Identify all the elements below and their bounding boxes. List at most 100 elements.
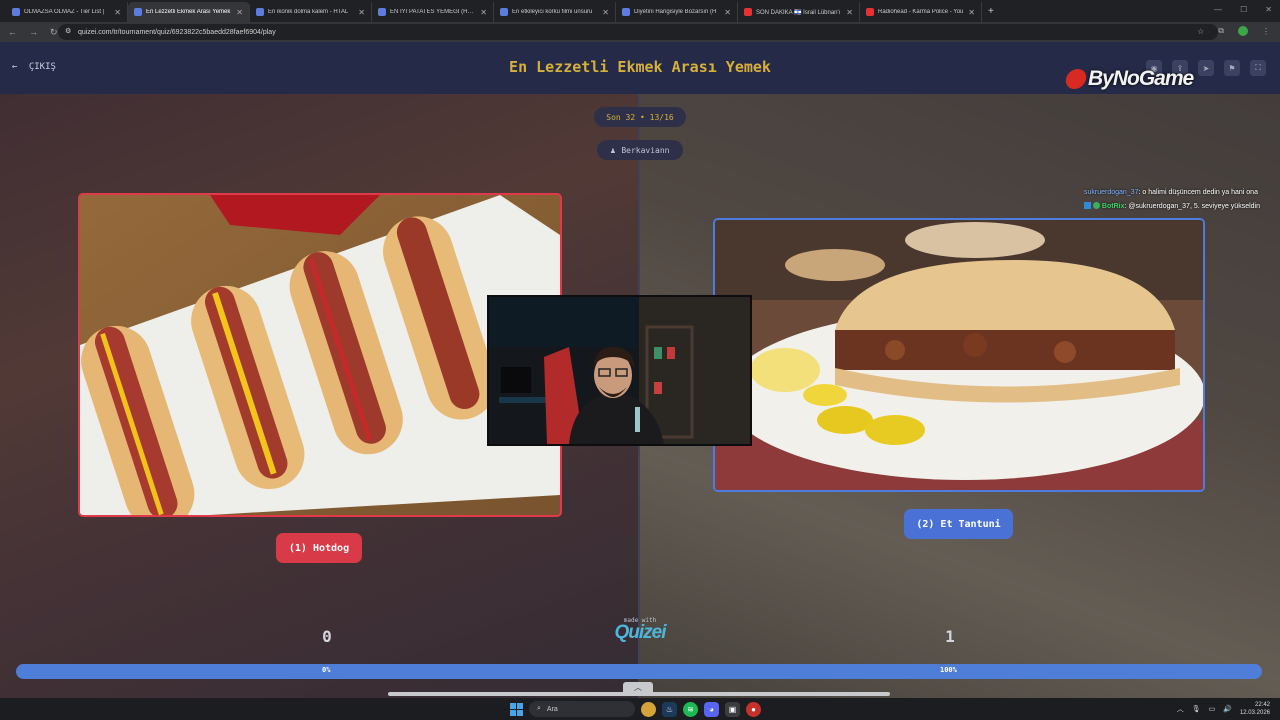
- app-icon[interactable]: ▣: [725, 701, 740, 717]
- chat-username: sukruerdogan_37: [1084, 189, 1139, 196]
- back-icon[interactable]: ←: [8, 27, 17, 37]
- tantuni-image: [715, 220, 1203, 490]
- close-tab-icon[interactable]: ✕: [602, 8, 609, 17]
- youtube-icon: [866, 8, 874, 16]
- quizei-icon: [256, 8, 264, 16]
- clock-date: 12.03.2026: [1239, 710, 1270, 716]
- taskbar-search[interactable]: ⌕ Ara: [529, 701, 635, 717]
- quizei-icon: [378, 8, 386, 16]
- menu-icon[interactable]: ⋮: [1262, 27, 1270, 36]
- browser-app-icon[interactable]: [641, 701, 656, 717]
- close-window-icon[interactable]: ✕: [1265, 5, 1272, 14]
- author-name: Berkaviann: [621, 145, 670, 155]
- microphone-icon[interactable]: 🎙: [1192, 705, 1201, 713]
- window-controls: — ☐ ✕: [1214, 5, 1272, 14]
- quizei-page: ← ÇIKIŞ En Lezzetli Ekmek Arası Yemek ◉ …: [0, 42, 1280, 698]
- tab-title: EN İYİ PATATES YEMEĞİ (HTAL: [390, 9, 477, 15]
- browser-toolbar: ← → ↻ ⚙ quizei.com/tr/tournament/quiz/69…: [0, 22, 1280, 42]
- spotify-icon[interactable]: ≋: [683, 701, 698, 717]
- browser-tab[interactable]: En Lezzetli Ekmek Arası Yemek ✕: [128, 2, 250, 22]
- quizei-icon: [622, 8, 630, 16]
- bynogame-logo-icon: [1064, 69, 1088, 89]
- bookmark-star-icon[interactable]: ☆: [1197, 27, 1204, 36]
- close-tab-icon[interactable]: ✕: [236, 8, 243, 17]
- site-info-icon[interactable]: ⚙: [65, 27, 71, 35]
- streamer-webcam: [487, 295, 752, 446]
- profile-avatar[interactable]: [1238, 26, 1248, 36]
- flag-icon[interactable]: ⚑: [1224, 60, 1240, 76]
- clock-time: 22:42: [1254, 702, 1270, 708]
- steam-icon[interactable]: ♨: [662, 701, 677, 717]
- tab-title: En etkileyici korku filmi unsuru: [512, 9, 593, 15]
- address-bar[interactable]: ⚙ quizei.com/tr/tournament/quiz/6923822c…: [58, 24, 1218, 40]
- tray-expand-icon[interactable]: ︿: [1177, 704, 1184, 714]
- forward-icon[interactable]: →: [29, 27, 38, 37]
- system-clock[interactable]: 22:42 12.03.2026: [1240, 701, 1270, 717]
- round-badge: Son 32 • 13/16: [594, 107, 686, 127]
- brand-text: ByNoGame: [1088, 67, 1194, 90]
- tab-title: Diyetini Hangisiyle Bozarsın (H: [634, 9, 717, 15]
- discord-icon[interactable]: ◕: [704, 701, 719, 717]
- bot-badge-icon: [1084, 202, 1091, 209]
- right-score: 1: [945, 627, 955, 646]
- send-icon[interactable]: ➤: [1198, 60, 1214, 76]
- chat-message: BotRix: @sukruerdogan_37, 5. seviyeye yü…: [1084, 200, 1280, 214]
- taskbar-apps: ⌕ Ara ♨ ≋ ◕ ▣ ●: [510, 701, 761, 717]
- close-tab-icon[interactable]: ✕: [358, 8, 365, 17]
- tab-title: En Lezzetli Ekmek Arası Yemek: [146, 9, 231, 15]
- browser-tab[interactable]: EN İYİ PATATES YEMEĞİ (HTAL ✕: [372, 2, 494, 22]
- youtube-icon: [744, 8, 752, 16]
- browser-tab[interactable]: OLMAZSA OLMAZ - Tier List | ✕: [6, 2, 128, 22]
- close-tab-icon[interactable]: ✕: [724, 8, 731, 17]
- chat-message: sukruerdogan_37: o halimi düşüncem dedin…: [1084, 186, 1280, 200]
- browser-tab[interactable]: SON DAKİKA 🇮🇱 İsrail Lübnan'ı ✕: [738, 2, 860, 22]
- close-tab-icon[interactable]: ✕: [968, 8, 975, 17]
- stream-chat-overlay: sukruerdogan_37: o halimi düşüncem dedin…: [1084, 186, 1280, 214]
- search-icon: ⌕: [537, 705, 541, 712]
- close-tab-icon[interactable]: ✕: [480, 8, 487, 17]
- os-taskbar: ⌕ Ara ♨ ≋ ◕ ▣ ● ︿ 🎙 ▭ 🔊 22:42 12.03.2026: [0, 698, 1280, 720]
- choice-right-image[interactable]: [713, 218, 1205, 492]
- horizontal-scrollbar[interactable]: [388, 692, 890, 696]
- browser-tab-strip: OLMAZSA OLMAZ - Tier List | ✕ En Lezzetli …: [0, 0, 1280, 22]
- taskbar-search-label: Ara: [546, 705, 558, 713]
- close-tab-icon[interactable]: ✕: [114, 8, 121, 17]
- vote-progress-bar: 0% 100%: [16, 664, 1262, 679]
- new-tab-button[interactable]: +: [988, 6, 994, 17]
- left-percent: 0%: [322, 666, 331, 674]
- choose-right-button[interactable]: (2) Et Tantuni: [904, 509, 1013, 539]
- close-tab-icon[interactable]: ✕: [846, 8, 853, 17]
- browser-tab[interactable]: Radiohead - Karma Police - You ✕: [860, 2, 982, 22]
- chat-text: : o halimi düşüncem dedin ya hani ona: [1138, 189, 1258, 196]
- choose-left-button[interactable]: (1) Hotdog: [276, 533, 362, 563]
- quizei-icon: [500, 8, 508, 16]
- chat-username: BotRix: [1101, 203, 1125, 210]
- right-percent: 100%: [940, 666, 957, 674]
- volume-icon[interactable]: 🔊: [1223, 705, 1232, 713]
- reload-icon[interactable]: ↻: [50, 27, 58, 38]
- browser-tab[interactable]: En etkileyici korku filmi unsuru ✕: [494, 2, 616, 22]
- obs-icon[interactable]: ●: [746, 701, 761, 717]
- author-badge: ♟ Berkaviann: [597, 140, 683, 160]
- chat-text: : @sukruerdogan_37, 5. seviyeye yükseldi…: [1124, 203, 1260, 210]
- extensions-icon[interactable]: ⧉: [1218, 26, 1224, 36]
- user-icon: ♟: [610, 145, 616, 155]
- tab-list: OLMAZSA OLMAZ - Tier List | ✕ En Lezzetli …: [6, 0, 982, 22]
- browser-tab[interactable]: En ikonik dolma kalem - HTAL ✕: [250, 2, 372, 22]
- maximize-icon[interactable]: ☐: [1240, 5, 1247, 14]
- tierlist-icon: [12, 8, 20, 16]
- system-tray: ︿ 🎙 ▭ 🔊 22:42 12.03.2026: [1177, 701, 1270, 717]
- url-text: quizei.com/tr/tournament/quiz/6923822c5b…: [78, 28, 276, 36]
- quizei-icon: [134, 8, 142, 16]
- network-icon[interactable]: ▭: [1209, 705, 1216, 713]
- tab-title: OLMAZSA OLMAZ - Tier List |: [24, 9, 105, 15]
- browser-tab[interactable]: Diyetini Hangisiyle Bozarsın (H ✕: [616, 2, 738, 22]
- fullscreen-icon[interactable]: ⛶: [1250, 60, 1266, 76]
- tab-title: Radiohead - Karma Police - You: [878, 9, 964, 15]
- verified-badge-icon: [1092, 202, 1100, 209]
- webcam-feed: [489, 297, 750, 444]
- made-with-quizei[interactable]: made with Quizei: [606, 617, 674, 642]
- windows-start-icon[interactable]: [510, 702, 523, 716]
- left-score: 0: [322, 627, 332, 646]
- minimize-icon[interactable]: —: [1214, 5, 1222, 14]
